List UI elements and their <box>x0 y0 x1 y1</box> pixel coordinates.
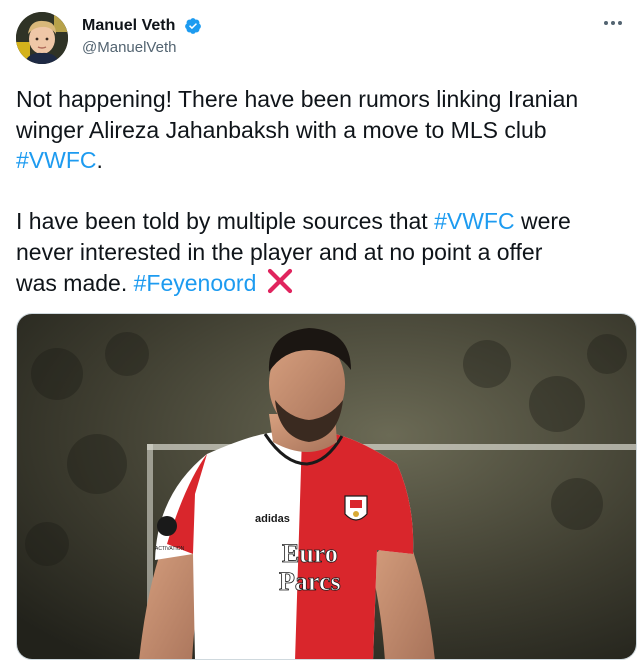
more-options-button[interactable] <box>600 12 626 34</box>
hashtag-vwfc[interactable]: #VWFC <box>434 208 515 234</box>
jersey-sponsor-line2: Parcs <box>279 567 341 596</box>
tweet-photo[interactable]: Euro Parcs adidas ACTIVATION <box>16 313 637 660</box>
sleeve-badge-icon <box>157 516 177 536</box>
player-photo-icon: Euro Parcs adidas ACTIVATION <box>17 314 636 659</box>
tweet-text: Not happening! There have been rumors li… <box>16 84 636 299</box>
author-avatar[interactable] <box>16 12 68 64</box>
paragraph-1: Not happening! There have been rumors li… <box>16 86 578 173</box>
hashtag-feyenoord[interactable]: #Feyenoord <box>134 270 257 296</box>
text-segment: . <box>96 147 103 173</box>
jersey-sponsor-line1: Euro <box>282 539 338 568</box>
tweet-header: Manuel Veth @ManuelVeth <box>16 12 626 64</box>
verified-badge-icon <box>184 18 201 34</box>
paragraph-2: I have been told by multiple sources tha… <box>16 208 571 296</box>
cross-mark-icon <box>268 268 293 294</box>
author-display-name[interactable]: Manuel Veth <box>82 16 175 36</box>
feyenoord-crest-icon <box>344 495 368 521</box>
profile-photo-icon <box>16 12 68 64</box>
ellipsis-icon <box>604 21 622 25</box>
jersey-brand: adidas <box>255 513 290 525</box>
author-handle[interactable]: @ManuelVeth <box>82 38 202 58</box>
author-names: Manuel Veth @ManuelVeth <box>82 16 202 58</box>
text-segment: Not happening! There have been rumors li… <box>16 86 579 143</box>
text-segment: I have been told by multiple sources tha… <box>16 208 435 234</box>
sleeve-badge-text: ACTIVATION <box>155 546 185 552</box>
hashtag-vwfc[interactable]: #VWFC <box>16 147 97 173</box>
